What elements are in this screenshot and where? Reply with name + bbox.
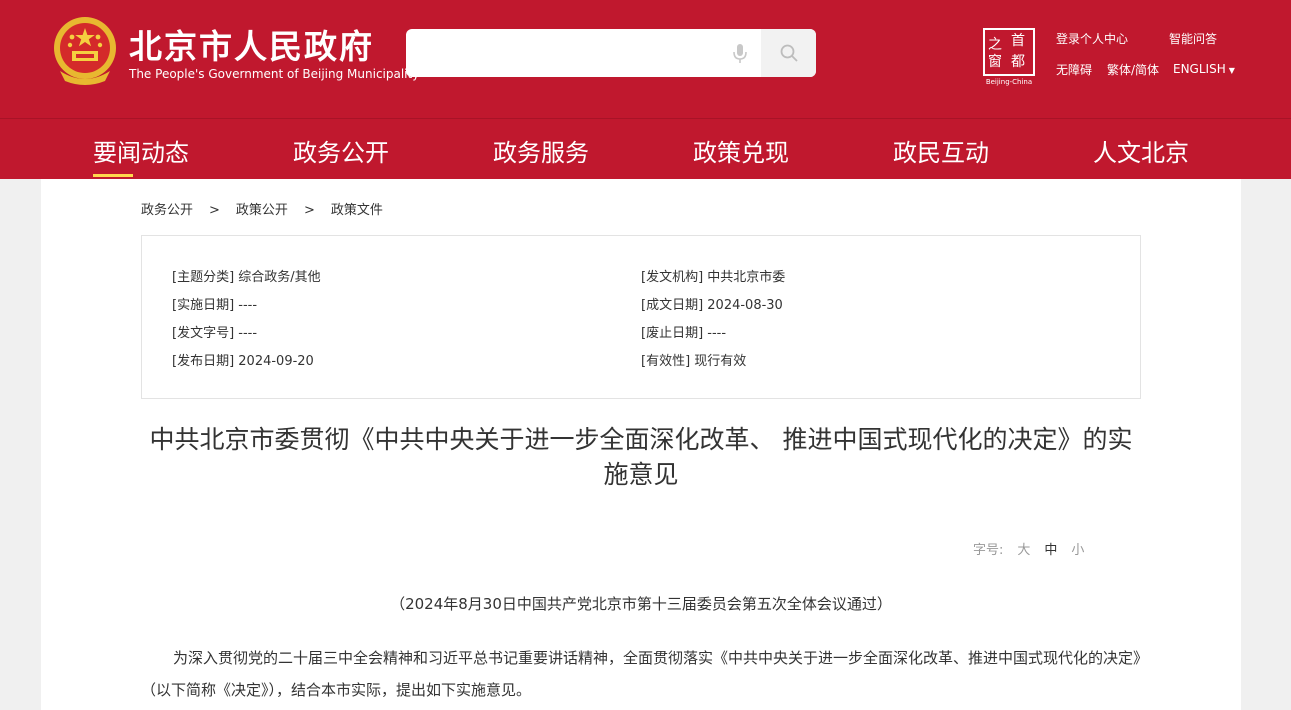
nav-item-policy-fulfillment[interactable]: 政策兑现 — [693, 133, 789, 168]
search-icon — [780, 44, 798, 62]
meta-expiry-date: [废止日期] ---- — [641, 326, 727, 341]
meta-effective-date: [实施日期] ---- — [172, 298, 258, 313]
microphone-icon[interactable] — [728, 41, 752, 65]
nav-item-public-interaction[interactable]: 政民互动 — [893, 133, 989, 168]
main-nav: 要闻动态 政务公开 政务服务 政策兑现 政民互动 人文北京 — [0, 118, 1291, 179]
meta-validity: [有效性] 现行有效 — [641, 354, 747, 369]
capital-seal-tag: Beijing-China — [985, 78, 1033, 86]
caret-down-icon: ▼ — [1228, 66, 1235, 75]
article-paragraph: 为深入贯彻党的二十届三中全会精神和习近平总书记重要讲话精神，全面贯彻落实《中共中… — [141, 649, 1141, 699]
breadcrumb: 政务公开 > 政策公开 > 政策文件 — [141, 199, 383, 218]
nav-active-indicator — [93, 174, 133, 177]
font-size-medium[interactable]: 中 — [1044, 539, 1057, 558]
capital-seal-char: 都 — [1011, 54, 1025, 70]
capital-seal-char: 窗 — [988, 54, 1002, 70]
traditional-simplified-toggle[interactable]: 繁体/简体 — [1107, 61, 1159, 78]
site-title-english[interactable]: The People's Government of Beijing Munic… — [129, 67, 419, 81]
capital-seal-char: 首 — [1011, 33, 1025, 49]
meta-issuer: [发文机构] 中共北京市委 — [641, 270, 786, 285]
login-link[interactable]: 登录个人中心 — [1056, 30, 1128, 47]
capital-seal-char: 之 — [988, 37, 1002, 53]
breadcrumb-separator: > — [209, 203, 220, 218]
article-title: 中共北京市委贯彻《中共中央关于进一步全面深化改革、 推进中国式现代化的决定》的实… — [149, 425, 1133, 489]
meta-written-date: [成文日期] 2024-08-30 — [641, 298, 783, 313]
breadcrumb-item[interactable]: 政策文件 — [331, 199, 383, 218]
meta-topic: [主题分类] 综合政务/其他 — [172, 270, 321, 285]
nav-item-gov-services[interactable]: 政务服务 — [493, 133, 589, 168]
meta-publish-date: [发布日期] 2024-09-20 — [172, 354, 314, 369]
smart-qa-link[interactable]: 智能问答 — [1169, 30, 1217, 47]
site-header: 北京市人民政府 The People's Government of Beiji… — [0, 0, 1291, 118]
site-title[interactable]: 北京市人民政府 — [129, 20, 374, 68]
capital-window-logo[interactable]: 之 首 窗 都 Beijing-China — [983, 28, 1035, 86]
search-box — [406, 29, 816, 77]
search-input[interactable] — [406, 29, 761, 77]
article-subtitle: （2024年8月30日中国共产党北京市第十三届委员会第五次全体会议通过） — [390, 595, 892, 613]
font-size-label: 字号: — [973, 543, 1004, 558]
breadcrumb-separator: > — [303, 203, 315, 218]
national-emblem-icon[interactable] — [50, 15, 120, 87]
meta-doc-number: [发文字号] ---- — [172, 326, 258, 341]
accessibility-link[interactable]: 无障碍 — [1056, 61, 1092, 78]
nav-item-gov-affairs-open[interactable]: 政务公开 — [293, 133, 389, 168]
content-panel: 政务公开 > 政策公开 > 政策文件 [主题分类] 综合政务/其他 [发文机构] 中共北… — [41, 179, 1241, 710]
english-link[interactable]: ENGLISH ▼ — [1173, 62, 1235, 76]
font-size-control: 字号: 大中小 — [973, 539, 1084, 558]
english-link-label: ENGLISH — [1173, 62, 1226, 76]
font-size-large[interactable]: 大 — [1017, 539, 1030, 558]
nav-item-humanistic-beijing[interactable]: 人文北京 — [1093, 133, 1189, 168]
search-button[interactable] — [761, 29, 816, 77]
breadcrumb-item[interactable]: 政策公开 — [236, 199, 288, 218]
document-metadata: [主题分类] 综合政务/其他 [发文机构] 中共北京市委 [实施日期] ----… — [141, 235, 1141, 399]
nav-item-news[interactable]: 要闻动态 — [93, 133, 189, 168]
breadcrumb-item[interactable]: 政务公开 — [141, 199, 193, 218]
font-size-small[interactable]: 小 — [1071, 539, 1084, 558]
